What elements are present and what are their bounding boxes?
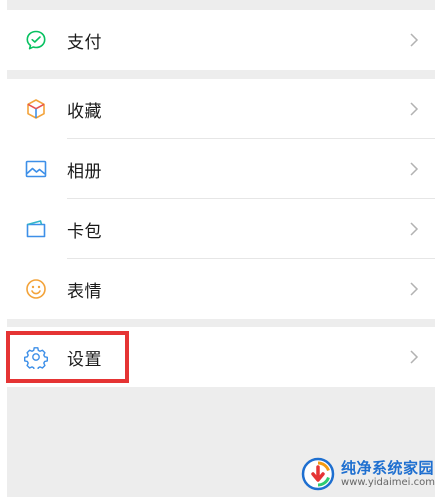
- settings-screen: 支付 收藏 相册 卡包 表情 设置: [7, 0, 435, 497]
- main-group: 收藏 相册 卡包 表情: [7, 79, 435, 319]
- chevron-right-icon: [410, 33, 419, 47]
- smiley-icon: [23, 276, 49, 302]
- chevron-right-icon: [410, 162, 419, 176]
- menu-item-label: 卡包: [67, 221, 102, 242]
- cube-icon: [23, 96, 49, 122]
- chevron-right-icon: [410, 350, 419, 364]
- chevron-right-icon: [410, 282, 419, 296]
- menu-item-stickers[interactable]: 表情: [7, 259, 435, 319]
- menu-item-album[interactable]: 相册: [7, 139, 435, 199]
- watermark-url: www.yidaimei.com: [341, 477, 435, 488]
- menu-item-label: 表情: [67, 281, 102, 302]
- menu-item-pay[interactable]: 支付: [7, 10, 435, 70]
- watermark: 纯净系统家园 www.yidaimei.com: [301, 457, 435, 491]
- card-icon: [23, 216, 49, 242]
- image-icon: [23, 156, 49, 182]
- menu-item-label: 设置: [67, 349, 102, 370]
- watermark-title: 纯净系统家园: [341, 459, 435, 477]
- menu-item-label: 收藏: [67, 101, 102, 122]
- gear-icon: [23, 344, 49, 370]
- menu-item-settings[interactable]: 设置: [7, 327, 435, 387]
- settings-group: 设置: [7, 327, 435, 387]
- brand-logo-icon: [301, 457, 335, 491]
- menu-item-favorites[interactable]: 收藏: [7, 79, 435, 139]
- menu-item-cards[interactable]: 卡包: [7, 199, 435, 259]
- menu-item-label: 支付: [67, 32, 102, 53]
- chevron-right-icon: [410, 102, 419, 116]
- pay-check-icon: [23, 27, 49, 53]
- chevron-right-icon: [410, 222, 419, 236]
- menu-item-label: 相册: [67, 161, 102, 182]
- pay-group: 支付: [7, 10, 435, 70]
